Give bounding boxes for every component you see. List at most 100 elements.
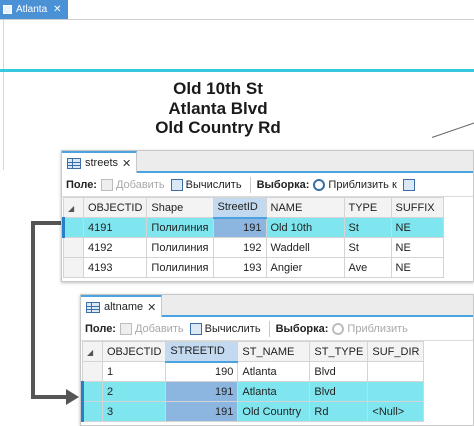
cell-suffix[interactable]: NE xyxy=(390,257,444,278)
cell-suf-dir[interactable] xyxy=(367,361,425,382)
column-header-name[interactable]: NAME xyxy=(265,197,345,218)
row-selector[interactable] xyxy=(62,217,84,238)
column-header-suffix[interactable]: SUFFIX xyxy=(390,197,444,218)
streets-toolbar: Поле: Добавить Вычислить Выборка: Прибли… xyxy=(62,173,473,197)
selected-street-line xyxy=(0,69,474,72)
cell-st-type[interactable]: Blvd xyxy=(309,381,369,402)
field-label: Поле: xyxy=(66,178,97,191)
tab-streets[interactable]: streets ✕ xyxy=(62,151,138,173)
add-field-button[interactable]: Добавить xyxy=(100,178,165,191)
cell-shape[interactable]: Полилиния xyxy=(146,237,214,258)
cell-st-type[interactable]: Blvd xyxy=(309,361,369,382)
street-label: Atlanta Blvd xyxy=(168,98,268,118)
column-header-objectid[interactable]: OBJECTID xyxy=(82,197,148,218)
cell-st-name[interactable]: Old Country xyxy=(237,401,311,422)
relationship-connector xyxy=(31,221,35,399)
cell-objectid[interactable]: 4193 xyxy=(82,257,148,278)
leader-line xyxy=(431,121,474,138)
cell-shape[interactable]: Полилиния xyxy=(146,217,214,238)
zoom-to-button[interactable]: Приблизить xyxy=(332,322,408,335)
calculate-button[interactable]: Вычислить xyxy=(170,178,242,191)
cell-objectid[interactable]: 1 xyxy=(101,361,167,382)
table-row[interactable]: 4192 Полилиния 192 Waddell St NE xyxy=(63,237,444,258)
column-header-objectid[interactable]: OBJECTID xyxy=(101,341,167,362)
close-icon[interactable]: ✕ xyxy=(53,4,61,15)
cell-objectid[interactable]: 4191 xyxy=(82,217,148,238)
cell-streetid[interactable]: 192 xyxy=(212,237,267,258)
table-row[interactable]: 3 191 Old Country Rd <Null> xyxy=(81,401,425,422)
column-header-streetid[interactable]: StreetID xyxy=(212,197,267,219)
row-selector[interactable] xyxy=(81,381,103,402)
column-header-st-type[interactable]: ST_TYPE xyxy=(309,341,369,362)
cell-objectid[interactable]: 4192 xyxy=(82,237,148,258)
cell-objectid[interactable]: 3 xyxy=(101,401,167,422)
add-field-icon xyxy=(119,322,132,335)
close-icon[interactable]: ✕ xyxy=(122,157,131,170)
tab-altname[interactable]: altname ✕ xyxy=(81,295,163,317)
calculator-icon xyxy=(189,322,202,335)
altname-table: ◢ OBJECTID STREETID ST_NAME ST_TYPE SUF_… xyxy=(81,341,425,422)
column-header-suf-dir[interactable]: SUF_DIR xyxy=(367,341,425,362)
relationship-connector-top xyxy=(31,221,61,225)
cell-streetid[interactable]: 191 xyxy=(165,401,239,422)
zoom-icon xyxy=(313,178,326,191)
table-row[interactable]: 4193 Полилиния 193 Angier Ave NE xyxy=(63,257,444,278)
altname-tab-strip: altname ✕ xyxy=(81,295,473,317)
cell-suffix[interactable]: NE xyxy=(390,217,444,238)
cell-st-type[interactable]: Rd xyxy=(309,401,369,422)
add-field-icon xyxy=(100,178,113,191)
cell-name[interactable]: Angier xyxy=(265,257,345,278)
calculate-button[interactable]: Вычислить xyxy=(189,322,261,335)
tab-label: altname xyxy=(104,301,144,313)
streets-table: ◢ OBJECTID Shape StreetID NAME TYPE SUFF… xyxy=(62,197,444,278)
relationship-connector-bottom xyxy=(31,395,71,399)
cell-suf-dir[interactable] xyxy=(367,381,425,402)
map-tab[interactable]: Atlanta ✕ xyxy=(0,0,68,19)
street-label: Old 10th St xyxy=(173,79,263,98)
table-row[interactable]: 1 190 Atlanta Blvd xyxy=(82,361,425,382)
table-header-row: ◢ OBJECTID Shape StreetID NAME TYPE SUFF… xyxy=(63,197,444,219)
add-field-label: Добавить xyxy=(115,178,165,191)
cell-st-name[interactable]: Atlanta xyxy=(237,381,311,402)
cell-name[interactable]: Old 10th xyxy=(265,217,345,238)
close-icon[interactable]: ✕ xyxy=(147,301,156,314)
cell-streetid[interactable]: 191 xyxy=(165,381,239,402)
cell-suf-dir[interactable]: <Null> xyxy=(367,401,425,422)
toolbar-divider xyxy=(249,176,251,193)
selection-label: Выборка: xyxy=(275,322,329,335)
row-header-corner[interactable]: ◢ xyxy=(63,197,84,218)
cell-type[interactable]: St xyxy=(343,217,392,238)
column-header-st-name[interactable]: ST_NAME xyxy=(237,341,311,362)
cell-type[interactable]: Ave xyxy=(343,257,392,278)
cell-shape[interactable]: Полилиния xyxy=(146,257,214,278)
switch-selection-icon[interactable] xyxy=(402,178,415,191)
table-icon xyxy=(86,301,100,313)
cell-type[interactable]: St xyxy=(343,237,392,258)
row-selector[interactable] xyxy=(63,237,84,258)
row-selector[interactable] xyxy=(63,257,84,278)
row-selector[interactable] xyxy=(82,361,103,382)
calculate-label: Вычислить xyxy=(185,178,242,191)
column-header-streetid[interactable]: STREETID xyxy=(165,341,239,363)
calculate-label: Вычислить xyxy=(204,322,261,335)
cell-suffix[interactable]: NE xyxy=(390,237,444,258)
cell-st-name[interactable]: Atlanta xyxy=(237,361,311,382)
column-header-shape[interactable]: Shape xyxy=(146,197,214,218)
row-header-corner[interactable]: ◢ xyxy=(82,341,103,362)
zoom-to-button[interactable]: Приблизить к xyxy=(313,178,397,191)
table-row[interactable]: 4191 Полилиния 191 Old 10th St NE xyxy=(62,217,444,238)
column-header-type[interactable]: TYPE xyxy=(343,197,392,218)
cell-objectid[interactable]: 2 xyxy=(101,381,167,402)
cell-streetid[interactable]: 190 xyxy=(165,361,239,382)
cell-streetid[interactable]: 191 xyxy=(212,217,267,238)
calculator-icon xyxy=(170,178,183,191)
cell-name[interactable]: Waddell xyxy=(265,237,345,258)
streets-tab-strip: streets ✕ xyxy=(62,151,473,173)
table-icon xyxy=(67,157,81,169)
row-selector[interactable] xyxy=(81,401,103,422)
add-field-button[interactable]: Добавить xyxy=(119,322,184,335)
cell-streetid[interactable]: 193 xyxy=(212,257,267,278)
table-header-row: ◢ OBJECTID STREETID ST_NAME ST_TYPE SUF_… xyxy=(82,341,425,363)
table-row[interactable]: 2 191 Atlanta Blvd xyxy=(81,381,425,402)
connector-arrow-icon xyxy=(66,389,79,405)
